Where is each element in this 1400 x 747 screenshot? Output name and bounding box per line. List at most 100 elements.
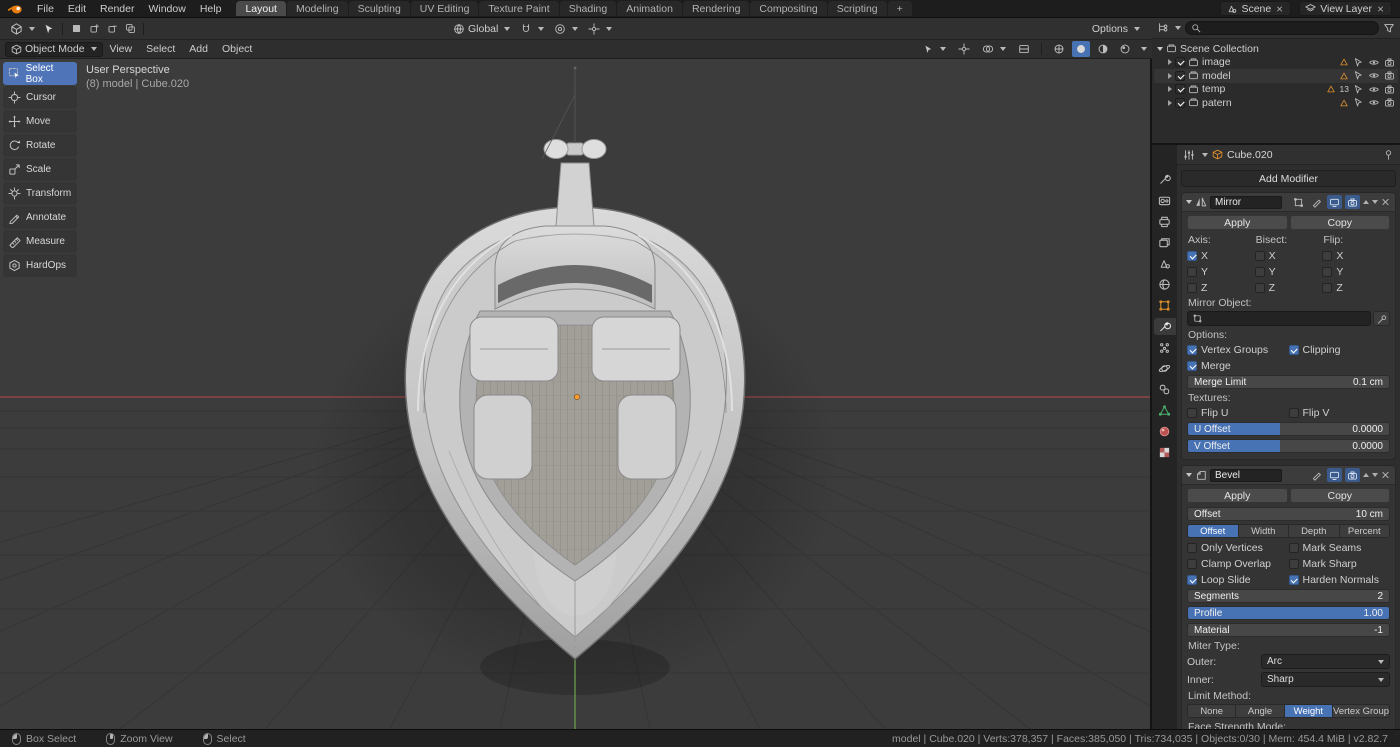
close-icon[interactable]: [1381, 197, 1391, 207]
copy-button[interactable]: Copy: [1290, 215, 1391, 230]
vertex-groups-checkbox[interactable]: Vertex Groups: [1187, 343, 1289, 356]
miter-inner-dropdown[interactable]: Sharp: [1261, 672, 1390, 687]
width-method-depth[interactable]: Depth: [1289, 525, 1340, 537]
mirror-object-field[interactable]: [1187, 311, 1371, 326]
tool-cursor[interactable]: Cursor: [3, 86, 77, 109]
outliner-row-scene-collection[interactable]: Scene Collection: [1154, 42, 1398, 56]
menu-edit[interactable]: Edit: [61, 0, 93, 17]
hide-eye-icon[interactable]: [1368, 84, 1380, 95]
tab-physics[interactable]: [1154, 360, 1176, 377]
copy-button[interactable]: Copy: [1290, 488, 1391, 503]
selectable-icon[interactable]: [1353, 84, 1364, 95]
width-method-offset[interactable]: Offset: [1188, 525, 1239, 537]
tab-tool[interactable]: [1154, 171, 1176, 188]
menu-select[interactable]: Select: [139, 40, 182, 58]
bevel-offset-slider[interactable]: Offset 10 cm: [1187, 507, 1390, 521]
bevel-panel-header[interactable]: Bevel: [1182, 466, 1395, 485]
selectable-icon[interactable]: [1353, 97, 1364, 108]
collection-checkbox[interactable]: [1175, 57, 1185, 67]
outliner-row-model[interactable]: model: [1154, 69, 1398, 83]
tab-constraints[interactable]: [1154, 381, 1176, 398]
tab-compositing[interactable]: Compositing: [750, 1, 826, 16]
snap-toggle[interactable]: [515, 22, 549, 36]
tab-uv-editing[interactable]: UV Editing: [411, 1, 479, 16]
mark-seams-checkbox[interactable]: Mark Seams: [1289, 541, 1391, 554]
flip-y-checkbox[interactable]: Y: [1322, 265, 1390, 278]
view-layer-unlink-icon[interactable]: [1377, 5, 1385, 13]
axis-y-checkbox[interactable]: Y: [1187, 265, 1255, 278]
move-down-icon[interactable]: [1372, 473, 1378, 477]
flip-u-checkbox[interactable]: Flip U: [1187, 406, 1289, 419]
menu-object[interactable]: Object: [215, 40, 259, 58]
v-offset-slider[interactable]: V Offset 0.0000: [1187, 439, 1390, 453]
eyedropper-icon[interactable]: [1373, 311, 1390, 326]
profile-slider[interactable]: Profile 1.00: [1187, 606, 1390, 620]
bisect-y-checkbox[interactable]: Y: [1255, 265, 1323, 278]
collection-checkbox[interactable]: [1175, 98, 1185, 108]
gizmos-toggle[interactable]: [955, 41, 973, 57]
properties-editor-icon[interactable]: [1183, 149, 1195, 161]
selectability-dropdown[interactable]: [918, 43, 951, 56]
close-icon[interactable]: [1381, 470, 1391, 480]
shading-dropdown-icon[interactable]: [1141, 47, 1147, 51]
add-modifier-button[interactable]: Add Modifier: [1181, 170, 1396, 187]
shading-wireframe[interactable]: [1050, 41, 1068, 57]
modifier-name-field[interactable]: Bevel: [1210, 469, 1282, 482]
edit-mode-toggle-icon[interactable]: [1309, 468, 1324, 482]
select-mode-new-icon[interactable]: [67, 21, 85, 37]
menu-render[interactable]: Render: [93, 0, 141, 17]
add-workspace-button[interactable]: +: [888, 1, 912, 16]
tab-scene[interactable]: [1154, 255, 1176, 272]
render-display-toggle-icon[interactable]: [1345, 468, 1360, 482]
blender-logo-icon[interactable]: [0, 0, 30, 17]
proportional-edit-toggle[interactable]: [549, 22, 583, 36]
harden-normals-checkbox[interactable]: Harden Normals: [1289, 573, 1391, 586]
width-method-width[interactable]: Width: [1239, 525, 1290, 537]
tab-modeling[interactable]: Modeling: [287, 1, 348, 16]
apply-button[interactable]: Apply: [1187, 488, 1288, 503]
mirror-panel-header[interactable]: Mirror: [1182, 193, 1395, 212]
expand-icon[interactable]: [1186, 473, 1192, 477]
outliner-row-image[interactable]: image: [1154, 56, 1398, 70]
viewport-canvas[interactable]: User Perspective (8) model | Cube.020 Se…: [0, 59, 1152, 729]
modifier-name-field[interactable]: Mirror: [1210, 196, 1282, 209]
tab-modifiers[interactable]: [1154, 318, 1176, 335]
edit-mode-cage-toggle-icon[interactable]: [1291, 195, 1306, 209]
tab-view-layer[interactable]: [1154, 234, 1176, 251]
merge-limit-slider[interactable]: Merge Limit 0.1 cm: [1187, 375, 1390, 389]
shading-rendered[interactable]: [1116, 41, 1134, 57]
overlays-toggle[interactable]: [977, 42, 1011, 56]
render-camera-icon[interactable]: [1384, 84, 1395, 95]
tool-transform[interactable]: Transform: [3, 182, 77, 205]
hide-eye-icon[interactable]: [1368, 97, 1380, 108]
only-vertices-checkbox[interactable]: Only Vertices: [1187, 541, 1289, 554]
selectable-icon[interactable]: [1353, 57, 1364, 68]
axis-x-checkbox[interactable]: X: [1187, 249, 1255, 262]
transform-orientation-dropdown[interactable]: Global: [448, 22, 515, 36]
tab-output[interactable]: [1154, 213, 1176, 230]
outliner-row-patern[interactable]: patern: [1154, 96, 1398, 110]
shading-solid[interactable]: [1072, 41, 1090, 57]
axis-z-checkbox[interactable]: Z: [1187, 281, 1255, 294]
transform-pivot-dropdown[interactable]: [583, 22, 617, 36]
view-layer-selector[interactable]: View Layer: [1299, 1, 1392, 16]
viewport-display-toggle-icon[interactable]: [1327, 468, 1342, 482]
menu-help[interactable]: Help: [193, 0, 229, 17]
render-camera-icon[interactable]: [1384, 70, 1395, 81]
scene-selector[interactable]: Scene: [1220, 1, 1291, 16]
tab-object[interactable]: [1154, 297, 1176, 314]
limit-vertex-group[interactable]: Vertex Group: [1333, 705, 1389, 717]
collection-checkbox[interactable]: [1175, 84, 1185, 94]
menu-add[interactable]: Add: [182, 40, 215, 58]
hide-eye-icon[interactable]: [1368, 70, 1380, 81]
tool-move[interactable]: Move: [3, 110, 77, 133]
bisect-z-checkbox[interactable]: Z: [1255, 281, 1323, 294]
bisect-x-checkbox[interactable]: X: [1255, 249, 1323, 262]
move-down-icon[interactable]: [1372, 200, 1378, 204]
tool-rotate[interactable]: Rotate: [3, 134, 77, 157]
apply-button[interactable]: Apply: [1187, 215, 1288, 230]
tool-hardops[interactable]: HardOps: [3, 254, 77, 277]
shading-material[interactable]: [1094, 41, 1112, 57]
flip-x-checkbox[interactable]: X: [1322, 249, 1390, 262]
limit-angle[interactable]: Angle: [1236, 705, 1284, 717]
